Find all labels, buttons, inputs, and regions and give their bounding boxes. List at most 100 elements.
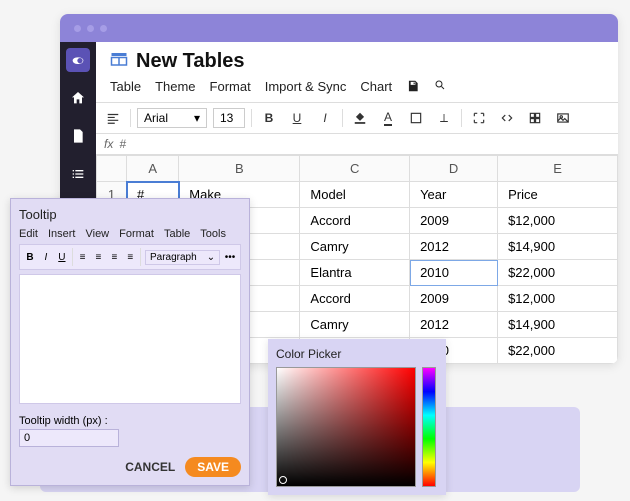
cell[interactable]: Camry: [300, 234, 410, 260]
code-icon[interactable]: [496, 107, 518, 129]
align-right-icon[interactable]: ≡: [108, 249, 120, 265]
border-icon[interactable]: [405, 107, 427, 129]
cell[interactable]: Camry: [300, 312, 410, 338]
header: New Tables: [96, 42, 618, 77]
paragraph-label: Paragraph: [150, 252, 197, 263]
menu-format[interactable]: Format: [210, 79, 251, 96]
tooltip-menu-view[interactable]: View: [85, 228, 109, 240]
tooltip-menu-edit[interactable]: Edit: [19, 228, 38, 240]
menu-theme[interactable]: Theme: [155, 79, 195, 96]
tooltip-menu-format[interactable]: Format: [119, 228, 154, 240]
color-picker-panel: Color Picker: [268, 339, 446, 495]
table-icon: [110, 50, 128, 73]
separator: [72, 248, 73, 266]
page-title: New Tables: [136, 50, 245, 73]
cell[interactable]: 2012: [410, 234, 498, 260]
hue-slider[interactable]: [422, 367, 436, 487]
cell[interactable]: Accord: [300, 286, 410, 312]
tooltip-title: Tooltip: [19, 207, 241, 222]
separator: [342, 109, 343, 127]
sidebar-home-icon[interactable]: [66, 86, 90, 110]
tooltip-toolbar: B I U ≡ ≡ ≡ ≡ Paragraph ⌄ •••: [19, 244, 241, 270]
cell[interactable]: $22,000: [498, 338, 618, 364]
titlebar: [60, 14, 618, 42]
paragraph-select[interactable]: Paragraph ⌄: [145, 250, 220, 265]
col-header[interactable]: B: [179, 156, 300, 182]
color-picker-title: Color Picker: [276, 347, 438, 361]
tooltip-menu-insert[interactable]: Insert: [48, 228, 76, 240]
align-center-icon[interactable]: ≡: [92, 249, 104, 265]
align-left-icon[interactable]: ≡: [77, 249, 89, 265]
italic-icon[interactable]: I: [40, 249, 52, 265]
save-icon[interactable]: [406, 79, 420, 96]
tooltip-width-label: Tooltip width (px) :: [19, 415, 241, 427]
fill-color-icon[interactable]: [349, 107, 371, 129]
separator: [461, 109, 462, 127]
grid-icon[interactable]: [524, 107, 546, 129]
window-dot: [87, 25, 94, 32]
fx-value: #: [119, 137, 126, 151]
col-header[interactable]: E: [498, 156, 618, 182]
cell[interactable]: $22,000: [498, 260, 618, 286]
cell[interactable]: Year: [410, 182, 498, 208]
cell[interactable]: $14,900: [498, 312, 618, 338]
chevron-down-icon: ▾: [194, 111, 200, 125]
tooltip-textarea[interactable]: [19, 274, 241, 404]
col-header[interactable]: A: [127, 156, 179, 182]
tooltip-panel: Tooltip Edit Insert View Format Table To…: [10, 198, 250, 486]
separator: [130, 109, 131, 127]
cancel-button[interactable]: CANCEL: [125, 460, 175, 474]
font-name: Arial: [144, 111, 168, 125]
menu-import-sync[interactable]: Import & Sync: [265, 79, 347, 96]
color-marker[interactable]: [279, 476, 287, 484]
separator: [251, 109, 252, 127]
saturation-value-area[interactable]: [276, 367, 416, 487]
menubar: Table Theme Format Import & Sync Chart: [96, 77, 618, 102]
font-select[interactable]: Arial ▾: [137, 108, 207, 128]
cell[interactable]: $12,000: [498, 208, 618, 234]
text-color-icon[interactable]: A: [377, 107, 399, 129]
cell[interactable]: 2012: [410, 312, 498, 338]
separator: [140, 248, 141, 266]
tooltip-menu-table[interactable]: Table: [164, 228, 190, 240]
cell[interactable]: Price: [498, 182, 618, 208]
sidebar-document-icon[interactable]: [66, 124, 90, 148]
tooltip-width-input[interactable]: 0: [19, 429, 119, 447]
bold-icon[interactable]: B: [258, 107, 280, 129]
corner-cell[interactable]: [97, 156, 127, 182]
expand-icon[interactable]: [468, 107, 490, 129]
clear-format-icon[interactable]: ⟂: [433, 107, 455, 129]
image-icon[interactable]: [552, 107, 574, 129]
cell[interactable]: 2010: [410, 260, 498, 286]
menu-chart[interactable]: Chart: [360, 79, 392, 96]
cell[interactable]: Accord: [300, 208, 410, 234]
tooltip-menubar: Edit Insert View Format Table Tools: [19, 228, 241, 240]
underline-icon[interactable]: U: [286, 107, 308, 129]
cell[interactable]: 2009: [410, 286, 498, 312]
save-button[interactable]: SAVE: [185, 457, 241, 477]
underline-icon[interactable]: U: [56, 249, 68, 265]
window-dot: [74, 25, 81, 32]
col-header[interactable]: D: [410, 156, 498, 182]
font-size-input[interactable]: 13: [213, 108, 245, 128]
cell[interactable]: $12,000: [498, 286, 618, 312]
search-icon[interactable]: [434, 79, 446, 96]
cell[interactable]: 2009: [410, 208, 498, 234]
more-icon[interactable]: •••: [224, 249, 236, 265]
italic-icon[interactable]: I: [314, 107, 336, 129]
sidebar-list-icon[interactable]: [66, 162, 90, 186]
cell[interactable]: Elantra: [300, 260, 410, 286]
cell[interactable]: Model: [300, 182, 410, 208]
chevron-down-icon: ⌄: [207, 252, 215, 263]
sidebar-toggle-icon[interactable]: [66, 48, 90, 72]
col-header[interactable]: C: [300, 156, 410, 182]
align-left-icon[interactable]: [102, 107, 124, 129]
formula-bar[interactable]: fx #: [96, 134, 618, 155]
cell[interactable]: $14,900: [498, 234, 618, 260]
window-dot: [100, 25, 107, 32]
align-justify-icon[interactable]: ≡: [124, 249, 136, 265]
menu-table[interactable]: Table: [110, 79, 141, 96]
tooltip-menu-tools[interactable]: Tools: [200, 228, 226, 240]
fx-label: fx: [104, 137, 113, 151]
bold-icon[interactable]: B: [24, 249, 36, 265]
